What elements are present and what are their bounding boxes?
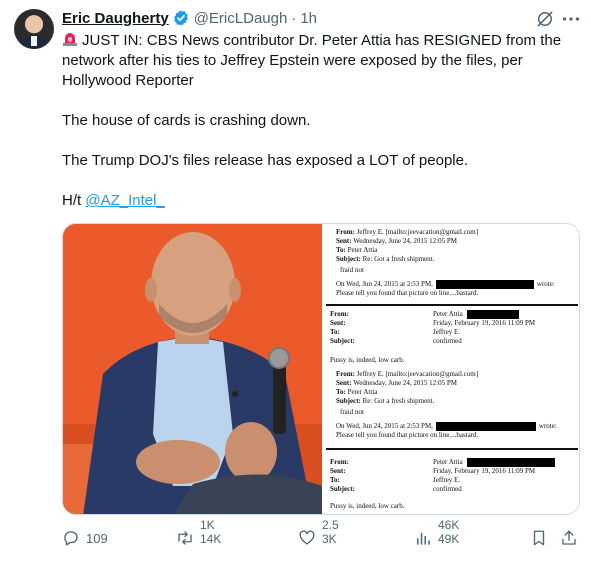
doc-subject-value: Re: Got a fresh shipment. xyxy=(362,397,435,405)
repost-count-previous: 1K xyxy=(200,518,215,532)
bookmark-icon xyxy=(533,530,545,546)
doc-sent-label: Sent: xyxy=(336,237,352,245)
doc-from-value: Jeffrey E. [mailto:jeevacation@gmail.com… xyxy=(356,370,479,378)
redaction-bar xyxy=(435,422,536,431)
doc2-subject-value: confirmed xyxy=(433,337,462,345)
doc2-subject-value: confirmed xyxy=(433,485,462,493)
like-count-previous: 2.5 xyxy=(322,518,339,532)
doc-from-label: From: xyxy=(336,370,355,378)
repost-button[interactable]: 1K 14K xyxy=(176,519,222,552)
mention-link[interactable]: @AZ_Intel_ xyxy=(85,192,164,209)
doc2-from-value: Peter Attia xyxy=(433,458,463,466)
doc2-subject-label: Subject: xyxy=(330,337,355,345)
repost-count: 14K xyxy=(200,532,222,546)
doc2-sent-value: Friday, February 19, 2016 11:09 PM xyxy=(433,319,536,327)
views-count: 49K xyxy=(438,532,460,546)
redaction-bar xyxy=(435,280,534,289)
tweet-paragraph-3: The Trump DOJ's files release has expose… xyxy=(62,152,469,169)
doc-divider xyxy=(326,448,578,450)
doc-to-label: To: xyxy=(336,388,346,396)
doc-subject-label: Subject: xyxy=(336,255,361,263)
reply-button[interactable]: 109 xyxy=(62,524,108,552)
doc2-body: Pussy is, indeed, low carb. xyxy=(330,502,405,510)
views-button[interactable]: 46K 49K xyxy=(414,519,460,552)
repost-icon xyxy=(178,531,192,545)
author-handle[interactable]: @EricLDaugh xyxy=(194,10,288,27)
reply-count: 109 xyxy=(86,530,108,546)
hat-tip-label: H/t xyxy=(62,192,82,209)
avatar[interactable] xyxy=(14,9,54,49)
doc-quote-line: Please tell you found that picture on li… xyxy=(336,289,479,297)
tweet-media[interactable]: From: Jeffrey E. [mailto:jeevacation@gma… xyxy=(62,223,580,515)
doc2-to-label: To: xyxy=(330,476,340,484)
verified-badge-icon[interactable] xyxy=(172,9,190,27)
doc-quote-prefix: On Wed, Jun 24, 2015 at 2:53 PM, xyxy=(336,422,433,430)
views-count-previous: 46K xyxy=(438,518,460,532)
reply-icon xyxy=(64,531,78,546)
grok-icon[interactable] xyxy=(535,9,555,29)
doc-divider xyxy=(326,304,578,306)
doc2-sent-label: Sent: xyxy=(330,467,346,475)
doc-sent-value: Wednesday, June 24, 2015 12:05 PM xyxy=(353,379,457,387)
tweet-paragraph-2: The house of cards is crashing down. xyxy=(62,112,311,129)
doc2-sent-value: Friday, February 19, 2016 11:09 PM xyxy=(433,467,536,475)
email-document: From: Jeffrey E. [mailto:jeevacation@gma… xyxy=(322,224,579,514)
separator-dot: · xyxy=(291,9,297,27)
doc-from-value: Jeffrey E. [mailto:jeevacation@gmail.com… xyxy=(356,228,479,236)
doc-subject-value: Re: Got a fresh shipment. xyxy=(362,255,435,263)
like-button[interactable]: 2.5 3K xyxy=(298,519,339,552)
tweet-text: JUST IN: CBS News contributor Dr. Peter … xyxy=(62,31,577,211)
doc-from-label: From: xyxy=(336,228,355,236)
doc-subject-label: Subject: xyxy=(336,397,361,405)
tweet-paragraph-1: JUST IN: CBS News contributor Dr. Peter … xyxy=(62,32,562,89)
more-icon[interactable] xyxy=(560,8,582,30)
views-icon xyxy=(417,532,430,545)
doc-to-label: To: xyxy=(336,246,346,254)
siren-icon xyxy=(63,33,77,46)
doc2-to-value: Jeffrey E. xyxy=(433,328,461,336)
doc2-from-label: From: xyxy=(330,310,349,318)
portrait-photo[interactable] xyxy=(63,224,322,515)
bookmark-button[interactable] xyxy=(530,524,548,552)
share-icon xyxy=(562,530,576,545)
like-count: 3K xyxy=(322,532,337,546)
tweet[interactable]: Eric Daugherty @EricLDaugh · 1h JUST IN:… xyxy=(0,0,591,561)
doc-sent-label: Sent: xyxy=(336,379,352,387)
like-icon xyxy=(299,530,315,545)
action-bar: 109 1K 14K 2.5 3K 46K 49K xyxy=(62,519,582,552)
tweet-header: Eric Daugherty @EricLDaugh · 1h xyxy=(62,8,317,28)
doc-quote-line: Please tell you found that picture on li… xyxy=(336,431,479,439)
doc-quote-suffix: wrote: xyxy=(536,280,555,288)
doc2-to-label: To: xyxy=(330,328,340,336)
doc2-from-label: From: xyxy=(330,458,349,466)
doc-body-1: fraid not xyxy=(340,266,364,274)
doc-quote-prefix: On Wed, Jun 24, 2015 at 2:53 PM, xyxy=(336,280,433,288)
share-button[interactable] xyxy=(560,524,578,552)
doc-to-value: Peter Attia xyxy=(347,388,378,396)
doc2-to-value: Jeffrey E. xyxy=(433,476,461,484)
doc-sent-value: Wednesday, June 24, 2015 12:05 PM xyxy=(353,237,457,245)
tweet-timestamp[interactable]: 1h xyxy=(300,10,317,27)
doc-to-value: Peter Attia xyxy=(347,246,378,254)
doc2-subject-label: Subject: xyxy=(330,485,355,493)
doc2-from-value: Peter Attia xyxy=(433,310,463,318)
doc-body-1: fraid not xyxy=(340,408,364,416)
doc2-sent-label: Sent: xyxy=(330,319,346,327)
author-name[interactable]: Eric Daugherty xyxy=(62,10,169,27)
doc2-body: Pussy is, indeed, low carb. xyxy=(330,356,405,364)
doc-quote-suffix: wrote: xyxy=(538,422,557,430)
redaction-bar xyxy=(466,458,555,467)
redaction-bar xyxy=(466,310,519,319)
